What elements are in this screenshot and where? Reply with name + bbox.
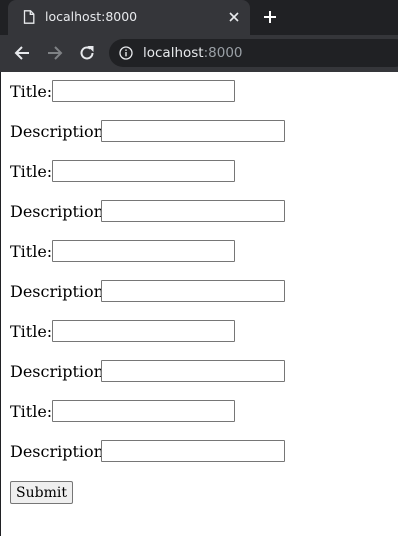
submit-button[interactable]: Submit (10, 481, 73, 504)
browser-chrome: localhost:8000 localhost:8000 (0, 0, 398, 72)
description-input[interactable] (101, 280, 285, 302)
title-label: Title: (10, 322, 53, 341)
description-label: Description: (10, 282, 110, 301)
title-input[interactable] (52, 160, 235, 182)
arrow-right-icon[interactable] (46, 44, 64, 62)
title-label: Title: (10, 402, 53, 421)
description-label: Description: (10, 122, 110, 141)
url-text[interactable]: localhost:8000 (143, 45, 243, 61)
description-input[interactable] (101, 200, 285, 222)
description-label: Description: (10, 202, 110, 221)
description-input[interactable] (101, 120, 285, 142)
title-input[interactable] (52, 80, 235, 102)
tab-title: localhost:8000 (45, 9, 138, 24)
title-label: Title: (10, 82, 53, 101)
description-label: Description: (10, 362, 110, 381)
title-input[interactable] (52, 240, 235, 262)
browser-tab[interactable]: localhost:8000 (8, 0, 250, 35)
page-icon (23, 10, 35, 24)
title-label: Title: (10, 242, 53, 261)
description-input[interactable] (101, 440, 285, 462)
url-port: :8000 (203, 45, 243, 61)
arrow-left-icon[interactable] (13, 44, 31, 62)
description-label: Description: (10, 442, 110, 461)
close-icon[interactable] (228, 11, 240, 23)
title-input[interactable] (52, 320, 235, 342)
address-bar[interactable]: localhost:8000 (109, 39, 398, 67)
plus-icon[interactable] (262, 9, 278, 25)
browser-toolbar: localhost:8000 (0, 35, 398, 72)
title-input[interactable] (52, 400, 235, 422)
info-icon[interactable] (119, 46, 133, 60)
reload-icon[interactable] (78, 44, 96, 62)
title-label: Title: (10, 162, 53, 181)
url-host: localhost (143, 45, 204, 61)
description-input[interactable] (101, 360, 285, 382)
tab-strip: localhost:8000 (0, 0, 398, 35)
page-content: Title: Description: Title: Description: … (1, 72, 398, 536)
